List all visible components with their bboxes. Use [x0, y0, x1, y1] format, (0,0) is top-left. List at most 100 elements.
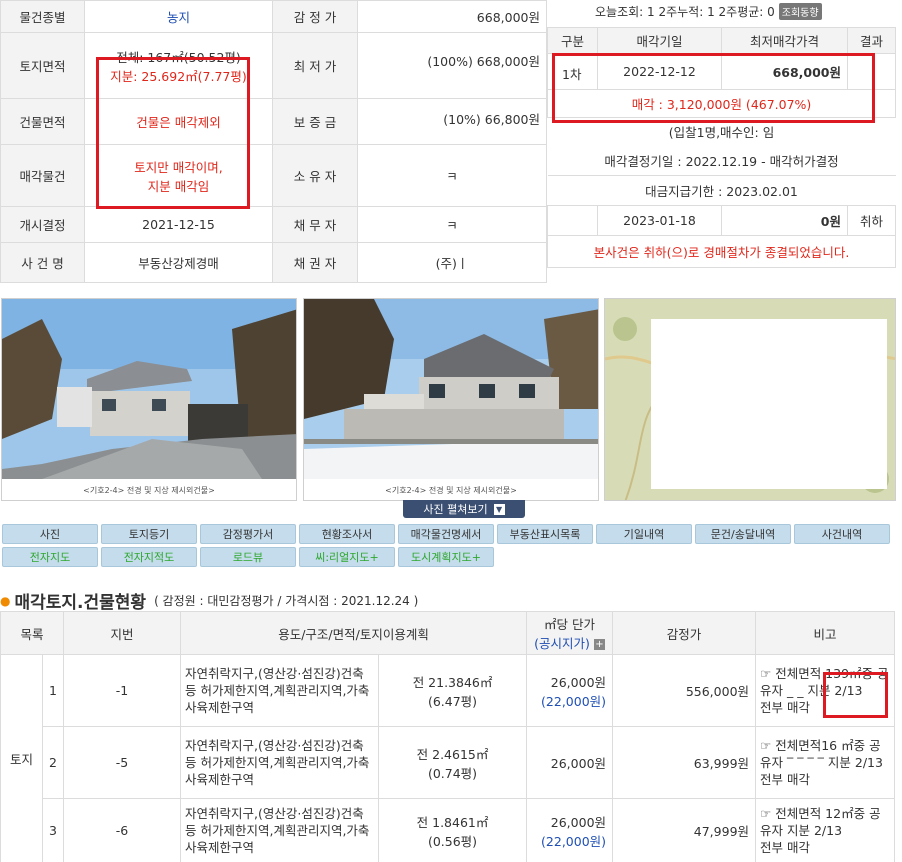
- chevron-down-icon: ▼: [493, 503, 505, 515]
- note-line2: 유자 ‾ ‾ ‾ ‾ 지분 2/13: [760, 755, 883, 770]
- header-lot: 지번: [63, 611, 182, 655]
- map-thumbnail[interactable]: [604, 298, 896, 501]
- tab-photos[interactable]: 사진: [2, 524, 98, 544]
- header-official-price[interactable]: (공시지가) +: [527, 633, 612, 652]
- note-line2: 유자 _ _ 지분 2/13: [760, 683, 863, 698]
- label-creditor: 채 권 자: [272, 242, 358, 283]
- use-plan: 자연취락지구,(영산강·섬진강)건축등 허가제한지역,계획관리지역,가축사육제한…: [180, 798, 380, 862]
- building-area-value: 건물은 매각제외: [84, 98, 273, 145]
- area-sqm: 전 2.4615㎡: [416, 746, 489, 762]
- header-list: 목록: [0, 611, 65, 655]
- photo-flat-view-button[interactable]: 사진 펼쳐보기 ▼: [403, 500, 525, 518]
- label-debtor: 채 무 자: [272, 206, 358, 243]
- tab-schedule[interactable]: 기일내역: [596, 524, 692, 544]
- section-subtitle: ( 감정원 : 대민감정평가 / 가격시점 : 2021.12.24 ): [154, 594, 419, 608]
- property-photo-1[interactable]: <기호2-4> 전경 및 지상 제시외건물>: [1, 298, 297, 501]
- unit-price: 26,000원: [550, 756, 607, 771]
- label-minimum-price: 최 저 가: [272, 32, 358, 99]
- note-line2: 유자 지분 2/13: [760, 823, 843, 838]
- tab-roadview[interactable]: 로드뷰: [200, 547, 296, 567]
- debtor-value: ㅋ: [357, 206, 547, 243]
- property-type-value[interactable]: 농지: [84, 0, 273, 33]
- round-value: 1차: [547, 53, 598, 90]
- owner-value: ㅋ: [357, 144, 547, 207]
- row-number: 2: [41, 726, 65, 799]
- unit-price: 26,000원: [550, 814, 607, 830]
- official-price: (22,000원): [541, 693, 607, 709]
- tab-documents[interactable]: 문건/송달내역: [695, 524, 791, 544]
- property-photo-2[interactable]: <기호2-4> 전경 및 지상 제시외건물>: [303, 298, 599, 501]
- minimum-price-value: (100%) 668,000원: [357, 32, 547, 99]
- note-line1: ☞ 전체면적16 ㎡중 공: [760, 738, 881, 753]
- row-number: 1: [41, 654, 65, 727]
- header-use: 용도/구조/면적/토지이용계획: [180, 611, 528, 655]
- land-area-value: 전체: 167㎡(50.52평) 지분: 25.692㎡(7.77평): [84, 32, 273, 99]
- label-start-decision: 개시결정: [0, 206, 85, 243]
- deposit-value: (10%) 66,800원: [357, 98, 547, 145]
- appraisal-price: 63,999원: [612, 726, 757, 799]
- appraisal-price: 556,000원: [612, 654, 757, 727]
- sold-price: 매각 : 3,120,000원 (467.07%): [547, 89, 896, 118]
- sale-price2-value: 0원: [721, 205, 848, 236]
- unit-price: 26,000원: [550, 674, 607, 690]
- section-title: 매각토지.건물현황: [14, 593, 147, 613]
- label-deposit: 보 증 금: [272, 98, 358, 145]
- creditor-value: (주)ㅣ: [357, 242, 547, 283]
- empty-cell: [547, 205, 598, 236]
- unit-price-cell: 26,000원 (22,000원): [526, 798, 614, 862]
- tab-case-history[interactable]: 사건내역: [794, 524, 890, 544]
- note-line1: ☞ 전체면적 139㎡중 공: [760, 666, 889, 681]
- decision-info: 매각결정기일 : 2022.12.19 - 매각허가결정: [604, 153, 839, 169]
- header-unit-price-label: ㎡당 단가: [544, 617, 596, 632]
- note-cell: ☞ 전체면적 12㎡중 공 유자 지분 2/13 전부 매각: [755, 798, 896, 862]
- use-plan: 자연취락지구,(영산강·섬진강)건축등 허가제한지역,계획관리지역,가축사육제한…: [180, 726, 380, 799]
- table-row: 3 -6 자연취락지구,(영산강·섬진강)건축등 허가제한지역,계획관리지역,가…: [1, 798, 896, 862]
- view-trend-button[interactable]: 조회동향: [778, 2, 822, 20]
- land-area-total: 전체: 167㎡(50.52평): [116, 49, 241, 65]
- plus-icon[interactable]: +: [593, 639, 605, 650]
- area-pyeong: (0.56평): [427, 833, 478, 849]
- label-property-type: 물건종별: [0, 0, 85, 33]
- official-price: (22,000원): [541, 833, 607, 849]
- lot-number: -5: [63, 726, 182, 799]
- tab-property-list[interactable]: 부동산표시목록: [497, 524, 593, 544]
- area-cell: 전 21.3846㎡ (6.47평): [378, 654, 528, 727]
- label-case-name: 사 건 명: [0, 242, 85, 283]
- tab-real-map[interactable]: 씨:리얼지도+: [299, 547, 395, 567]
- sale-item-line1: 토지만 매각이며,: [134, 159, 223, 175]
- note-line1: ☞ 전체면적 12㎡중 공: [760, 806, 881, 821]
- note-line3: 전부 매각: [760, 840, 811, 855]
- tab-status-report[interactable]: 현황조사서: [299, 524, 395, 544]
- appraisal-value: 668,000원: [357, 0, 547, 33]
- header-appraisal: 감정가: [612, 611, 757, 655]
- house-photo-1-image: [2, 299, 296, 500]
- label-land-area: 토지면적: [0, 32, 85, 99]
- note-cell: ☞ 전체면적16 ㎡중 공 유자 ‾ ‾ ‾ ‾ 지분 2/13 전부 매각: [755, 726, 896, 799]
- table-row: 토지 1 -1 자연취락지구,(영산강·섬진강)건축등 허가제한지역,계획관리지…: [0, 654, 896, 862]
- area-pyeong: (0.74평): [427, 765, 478, 781]
- unit-price-cell: 26,000원: [526, 726, 614, 799]
- tab-sale-statement[interactable]: 매각물건명세서: [398, 524, 494, 544]
- note-line3: 전부 매각: [760, 700, 811, 715]
- sale-result-value: [847, 53, 896, 90]
- area-sqm: 전 1.8461㎡: [416, 814, 489, 830]
- area-cell: 전 1.8461㎡ (0.56평): [378, 798, 528, 862]
- area-pyeong: (6.47평): [427, 693, 478, 709]
- table-row: 2 -5 자연취락지구,(영산강·섬진강)건축등 허가제한지역,계획관리지역,가…: [1, 726, 896, 799]
- sale-date-value: 2022-12-12: [597, 53, 722, 90]
- use-plan: 자연취락지구,(영산강·섬진강)건축등 허가제한지역,계획관리지역,가축사육제한…: [180, 654, 380, 727]
- tab-city-plan-map[interactable]: 도시계획지도+: [398, 547, 494, 567]
- tab-land-registry[interactable]: 토지등기: [101, 524, 197, 544]
- area-cell: 전 2.4615㎡ (0.74평): [378, 726, 528, 799]
- header-unit-price: ㎡당 단가 (공시지가) +: [526, 611, 614, 655]
- sale-result2-value: 취하: [847, 205, 896, 236]
- photo-1-caption: <기호2-4> 전경 및 지상 제시외건물>: [83, 486, 215, 495]
- tab-cadastral-map[interactable]: 전자지적도: [101, 547, 197, 567]
- bullet-icon: ●: [0, 593, 11, 608]
- tab-e-map[interactable]: 전자지도: [2, 547, 98, 567]
- sale-date2-value: 2023-01-18: [597, 205, 722, 236]
- area-sqm: 전 21.3846㎡: [412, 674, 493, 690]
- document-tabs: 사진 토지등기 감정평가서 현황조사서 매각물건명세서 부동산표시목록 기일내역…: [2, 524, 892, 567]
- sale-item-value: 토지만 매각이며, 지분 매각임: [84, 144, 273, 207]
- tab-appraisal-report[interactable]: 감정평가서: [200, 524, 296, 544]
